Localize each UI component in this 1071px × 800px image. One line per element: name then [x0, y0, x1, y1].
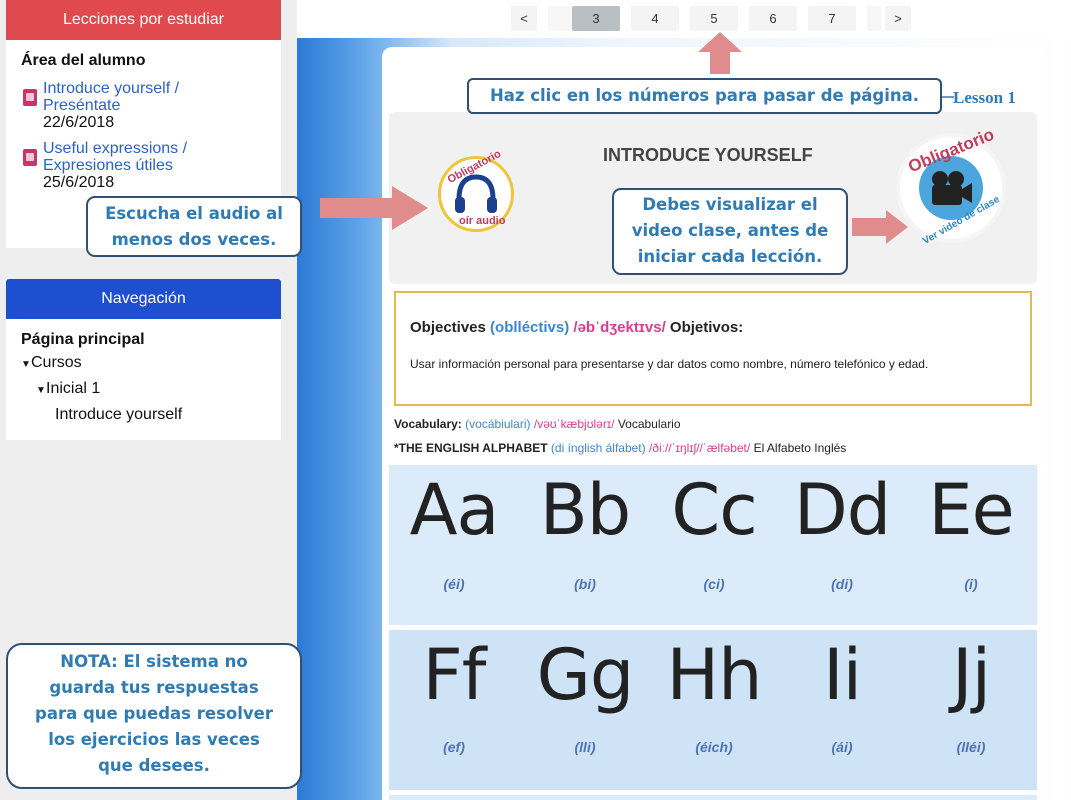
callout-line: NOTA: El sistema no — [60, 652, 248, 671]
nav-cursos[interactable]: ▼Cursos — [21, 351, 281, 377]
lesson-item-introduce[interactable]: Introduce yourself / Preséntate 22/6/201… — [21, 80, 281, 131]
nav-inicial[interactable]: ▼Inicial 1 — [36, 377, 281, 403]
right-arrow-icon — [852, 210, 908, 244]
alphabet-row-partial — [389, 795, 1037, 800]
pagination-bar: < 3 4 5 6 7 > — [297, 0, 1071, 38]
nav-cursos-label: Cursos — [31, 354, 82, 371]
alphabet-letter: Jj — [951, 634, 991, 716]
objectives-label: Objectives — [410, 319, 486, 336]
pager-spacer — [548, 6, 573, 31]
alphabet-letter: Hh — [666, 634, 762, 716]
alphabet-phonetic: (di ínglish álfabet) — [550, 441, 646, 455]
alphabet-letter: Ii — [822, 634, 862, 716]
navigation-header: Navegación — [6, 279, 281, 319]
alphabet-letter: Cc — [671, 469, 757, 551]
audio-seal-bottom-text: oír audio — [459, 215, 506, 227]
lesson-link-line2[interactable]: Preséntate — [43, 97, 281, 114]
alphabet-letter: Ff — [422, 634, 487, 716]
lesson-date: 22/6/2018 — [43, 114, 115, 131]
right-arrow-icon — [320, 186, 428, 230]
pronunciation-label: (i) — [964, 576, 978, 592]
pronunciation-label: (bi) — [574, 576, 596, 592]
page-button-3[interactable]: 3 — [572, 6, 620, 31]
callout-line: video clase, antes de — [631, 221, 829, 240]
callout-line: para que puedas resolver — [35, 704, 273, 723]
lessons-block-header: Lecciones por estudiar — [6, 0, 281, 40]
callout-line: menos dos veces. — [111, 230, 277, 249]
page-button-5[interactable]: 5 — [690, 6, 738, 31]
navigation-block: Navegación Página principal ▼Cursos ▼Ini… — [6, 279, 281, 440]
pronunciation-label: (ci) — [703, 576, 725, 592]
lesson-link-line1[interactable]: Introduce yourself / — [43, 80, 281, 97]
lesson-item-useful-expressions[interactable]: Useful expressions / Expresiones útiles … — [21, 140, 281, 191]
objectives-text: Usar información personal para presentar… — [410, 357, 929, 371]
nav-home-link[interactable]: Página principal — [21, 329, 281, 351]
alphabet-heading-line: *THE ENGLISH ALPHABET (di ínglish álfabe… — [394, 441, 846, 455]
vocabulary-translation: Vocabulario — [617, 417, 681, 431]
pronunciation-label: (lli) — [574, 739, 596, 755]
callout-line: que desees. — [98, 756, 210, 775]
student-area-title: Área del alumno — [21, 52, 146, 69]
lesson-link-line2[interactable]: Expresiones útiles — [43, 157, 281, 174]
pager-spacer — [867, 6, 881, 31]
pronunciation-label: (éi) — [443, 576, 465, 592]
alphabet-letter: Aa — [409, 469, 500, 551]
alphabet-row: Aa Bb Cc Dd Ee (éi) (bi) (ci) (di) (i) — [389, 465, 1037, 625]
callout-note: NOTA: El sistema no guarda tus respuesta… — [6, 643, 302, 789]
callout-audio: Escucha el audio al menos dos veces. — [86, 196, 302, 257]
vocabulary-phonetic: (vocábiulari) — [465, 417, 531, 431]
lesson-title: INTRODUCE YOURSELF — [603, 145, 813, 165]
lesson-tag: Lesson 1 — [953, 88, 1016, 107]
prev-page-button[interactable]: < — [511, 6, 537, 31]
nav-lesson-link[interactable]: Introduce yourself — [55, 403, 281, 427]
next-page-button[interactable]: > — [885, 6, 911, 31]
objectives-ipa: /əbˈdʒektɪvs/ — [573, 319, 666, 336]
page-button-4[interactable]: 4 — [631, 6, 679, 31]
vocabulary-label: Vocabulary: — [394, 417, 462, 431]
up-arrow-icon — [698, 32, 742, 74]
expand-triangle-icon[interactable]: ▼ — [21, 353, 31, 377]
alphabet-letter: Bb — [539, 469, 631, 551]
lesson-book-icon — [23, 149, 37, 166]
vocabulary-line: Vocabulary: (vocábiulari) /vəʊˈkæbjʊlərɪ… — [394, 417, 681, 431]
lesson-date: 25/6/2018 — [43, 174, 115, 191]
nav-inicial-label: Inicial 1 — [46, 380, 101, 397]
page-button-7[interactable]: 7 — [808, 6, 856, 31]
pronunciation-label: (éich) — [695, 739, 733, 755]
callout-line: iniciar cada lección. — [637, 247, 823, 266]
callout-video: Debes visualizar el video clase, antes d… — [612, 188, 848, 275]
callout-line: Debes visualizar el — [642, 195, 818, 214]
connector-line — [942, 96, 954, 98]
vocabulary-ipa: /vəʊˈkæbjʊlərɪ/ — [533, 417, 615, 431]
alphabet-letter: Gg — [536, 634, 635, 716]
objectives-translation: Objetivos: — [669, 319, 744, 336]
callout-line: los ejercicios las veces — [48, 730, 260, 749]
objectives-box: Objectives (oblléctivs) /əbˈdʒektɪvs/ Ob… — [394, 291, 1032, 406]
callout-line: Escucha el audio al — [105, 204, 283, 223]
alphabet-translation: El Alfabeto Inglés — [753, 441, 847, 455]
callout-pages: Haz clic en los números para pasar de pá… — [467, 78, 942, 114]
alphabet-label: *THE ENGLISH ALPHABET — [394, 441, 548, 455]
pronunciation-label: (ef) — [443, 739, 465, 755]
objectives-heading: Objectives (oblléctivs) /əbˈdʒektɪvs/ Ob… — [410, 319, 743, 336]
video-seal[interactable]: Obligatorio Ver video de clase — [896, 125, 1006, 247]
alphabet-ipa: /ðiː//ˈɪŋlɪʃ//ˈælfəbet/ — [648, 441, 751, 455]
lesson-book-icon — [23, 89, 37, 106]
objectives-phonetic: (oblléctivs) — [490, 319, 570, 336]
pronunciation-label: (di) — [831, 576, 853, 592]
alphabet-letter: Ee — [928, 469, 1014, 551]
page-button-6[interactable]: 6 — [749, 6, 797, 31]
expand-triangle-icon[interactable]: ▼ — [36, 379, 46, 403]
pronunciation-label: (lléi) — [956, 739, 986, 755]
alphabet-letter: Dd — [793, 469, 891, 551]
audio-seal[interactable]: Obligatorio oír audio — [438, 148, 514, 232]
alphabet-row: Ff Gg Hh Ii Jj (ef) (lli) (éich) (ái) (l… — [389, 630, 1037, 790]
callout-line: guarda tus respuestas — [49, 678, 259, 697]
lesson-link-line1[interactable]: Useful expressions / — [43, 140, 281, 157]
pronunciation-label: (ái) — [831, 739, 853, 755]
